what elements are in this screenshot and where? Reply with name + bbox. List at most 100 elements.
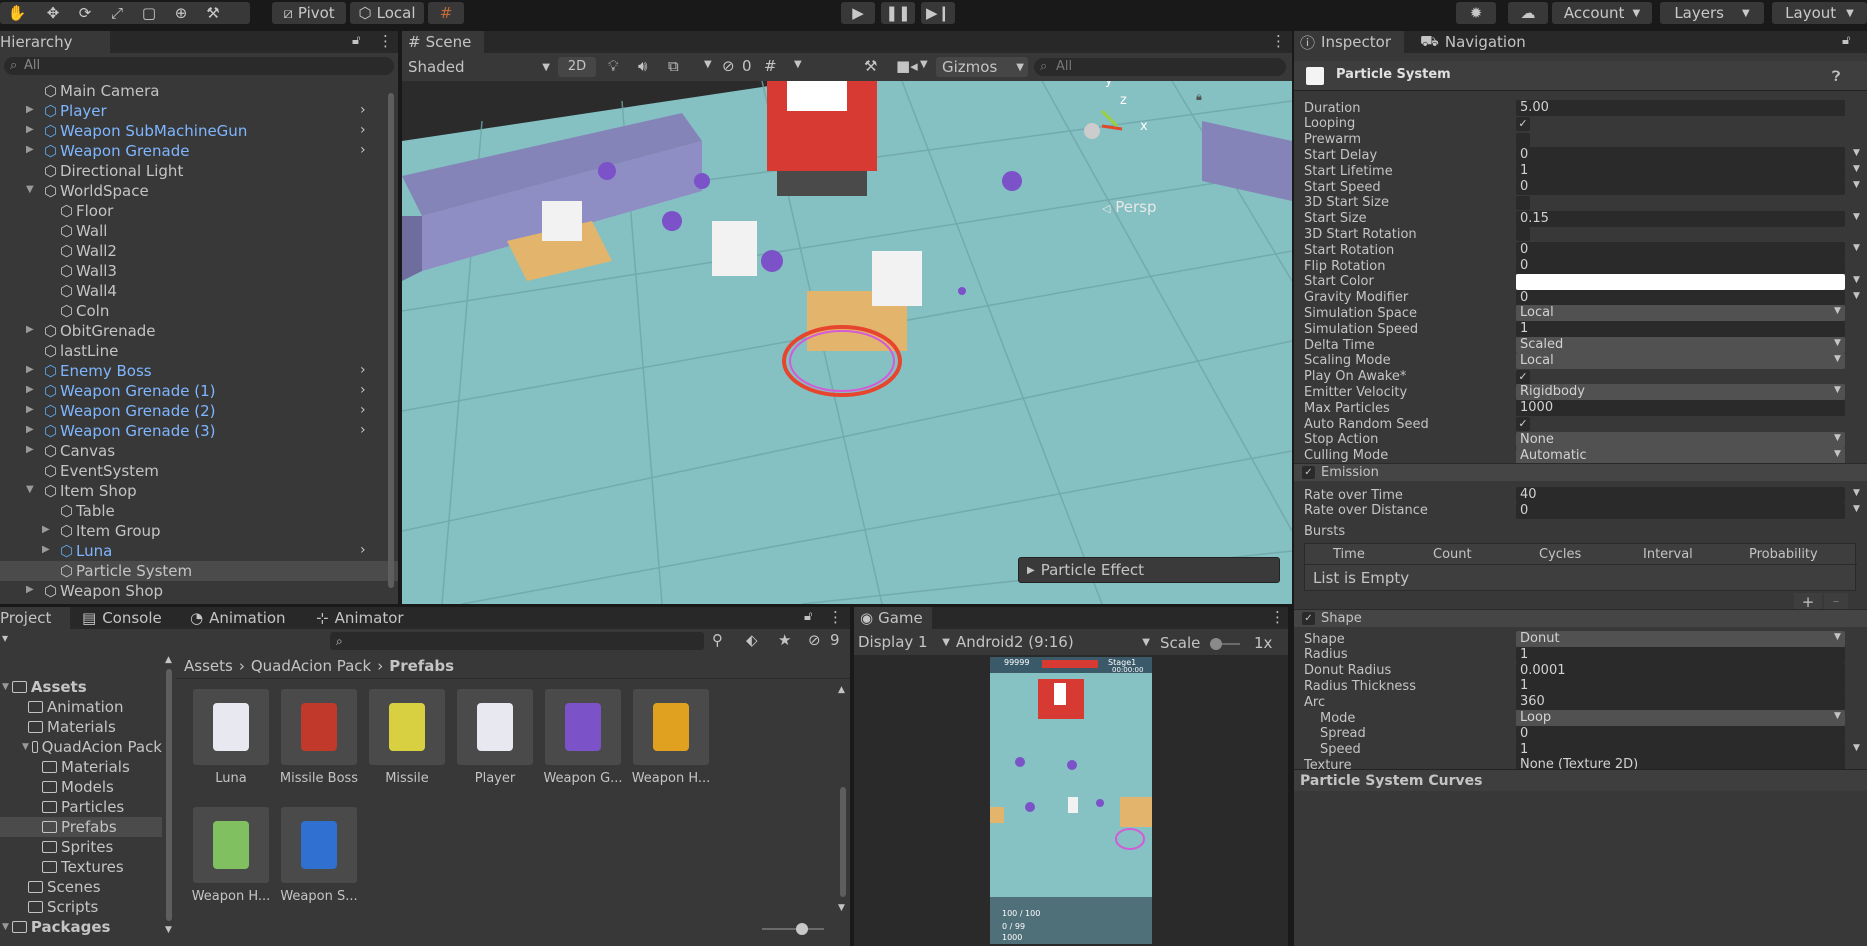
fold-closed-icon[interactable]: ▶: [26, 584, 34, 595]
search-by-label-icon[interactable]: ⬖: [746, 631, 758, 649]
layout-dropdown[interactable]: Layout ▼: [1772, 2, 1867, 24]
fold-closed-icon[interactable]: ▶: [42, 524, 50, 535]
hierarchy-item[interactable]: ⬡ Directional Light: [0, 161, 398, 181]
pause-button[interactable]: ❚❚: [881, 2, 915, 24]
asset-item[interactable]: Weapon S...: [274, 807, 364, 904]
hierarchy-scrollbar[interactable]: [386, 81, 396, 600]
property-dropdown[interactable]: Rigidbody: [1516, 384, 1845, 401]
effects-icon[interactable]: ⧉: [668, 57, 679, 75]
account-dropdown[interactable]: Account ▼: [1552, 2, 1652, 24]
folder-tree-item[interactable]: ▼ QuadAcion Pack: [0, 737, 162, 757]
particle-effect-overlay[interactable]: ▶ Particle Effect: [1018, 557, 1280, 583]
hierarchy-item[interactable]: ▶ ⬡ Weapon Grenade (2) ›: [0, 401, 398, 421]
pivot-button[interactable]: ⧄ Pivot: [272, 2, 346, 24]
move-icon[interactable]: ✥: [42, 4, 64, 22]
play-button[interactable]: ▶: [841, 2, 875, 24]
resolution-dropdown[interactable]: Android2 (9:16) ▼: [954, 632, 1150, 652]
hierarchy-item[interactable]: ▶ ⬡ ObitGrenade: [0, 321, 398, 341]
fold-closed-icon[interactable]: ▶: [26, 384, 34, 395]
rect-icon[interactable]: ▢: [138, 4, 160, 22]
open-prefab-chevron-icon[interactable]: ›: [360, 542, 366, 558]
open-prefab-chevron-icon[interactable]: ›: [360, 122, 366, 138]
hierarchy-item[interactable]: ▶ ⬡ Weapon Grenade ›: [0, 141, 398, 161]
property-dropdown[interactable]: Local: [1516, 352, 1845, 369]
property-field[interactable]: 1: [1516, 163, 1845, 180]
asset-item[interactable]: Luna: [186, 689, 276, 786]
property-dropdown[interactable]: Local: [1516, 305, 1845, 322]
hierarchy-item[interactable]: ⬡ Wall: [0, 221, 398, 241]
local-button[interactable]: ⬡ Local: [350, 2, 424, 24]
hierarchy-item[interactable]: ⬡ Wall3: [0, 261, 398, 281]
fold-open-icon[interactable]: ▼: [22, 742, 29, 752]
gizmos-dropdown[interactable]: Gizmos ▼: [936, 57, 1028, 77]
scale-slider[interactable]: [1210, 638, 1240, 650]
display-dropdown[interactable]: Display 1 ▼: [856, 632, 950, 652]
scale-icon[interactable]: ⤢: [106, 4, 128, 22]
tab-console[interactable]: ▤ Console: [76, 607, 166, 629]
folder-tree-item[interactable]: Models: [0, 777, 162, 797]
property-field[interactable]: 0: [1516, 242, 1845, 259]
asset-item[interactable]: Weapon H...: [186, 807, 276, 904]
hidden-objects-icon[interactable]: ⊘: [722, 57, 735, 75]
property-checkbox[interactable]: ✓: [1516, 417, 1530, 431]
module-enable-checkbox[interactable]: ✓: [1302, 612, 1315, 625]
fold-open-icon[interactable]: ▼: [2, 922, 9, 932]
tab-inspector[interactable]: ⓘ Inspector: [1294, 31, 1404, 53]
orientation-gizmo-lock[interactable]: 🔒︎: [1196, 86, 1224, 103]
property-dropdown[interactable]: None: [1516, 431, 1845, 448]
more-options-icon[interactable]: ⋮: [828, 608, 843, 626]
folder-tree-item[interactable]: Scripts: [0, 897, 162, 917]
property-field[interactable]: 0: [1516, 502, 1845, 519]
fold-open-icon[interactable]: ▼: [26, 484, 34, 495]
lock-icon[interactable]: 🔓︎: [352, 33, 360, 48]
folder-tree-item[interactable]: Materials: [0, 757, 162, 777]
open-prefab-chevron-icon[interactable]: ›: [360, 402, 366, 418]
step-button[interactable]: ▶❙: [921, 2, 955, 24]
fold-closed-icon[interactable]: ▶: [26, 424, 34, 435]
open-prefab-chevron-icon[interactable]: ›: [360, 362, 366, 378]
asset-item[interactable]: Player: [450, 689, 540, 786]
audio-icon[interactable]: 🔊︎: [638, 57, 647, 75]
curve-mode-arrow-icon[interactable]: ▼: [1853, 291, 1860, 301]
hierarchy-item[interactable]: ⬡ Particle System: [0, 561, 398, 581]
property-checkbox[interactable]: ✓: [1516, 369, 1530, 384]
shading-mode-dropdown[interactable]: Shaded ▼: [404, 57, 554, 77]
property-field[interactable]: 40: [1516, 487, 1845, 503]
curve-mode-arrow-icon[interactable]: ▼: [1853, 488, 1860, 498]
hierarchy-item[interactable]: ⬡ Floor: [0, 201, 398, 221]
property-checkbox[interactable]: ✓: [1516, 116, 1530, 131]
property-field[interactable]: 1: [1516, 646, 1845, 663]
hierarchy-item[interactable]: ▶ ⬡ Luna ›: [0, 541, 398, 561]
property-field[interactable]: 0: [1516, 179, 1845, 195]
hierarchy-item[interactable]: ▶ ⬡ Weapon SubMachineGun ›: [0, 121, 398, 141]
hierarchy-item[interactable]: ⬡ Table: [0, 501, 398, 521]
folder-tree-item[interactable]: Animation: [0, 697, 162, 717]
project-search-input[interactable]: ⌕: [330, 632, 704, 650]
fold-closed-icon[interactable]: ▶: [26, 104, 34, 115]
grid-snap-button[interactable]: #: [428, 2, 464, 24]
property-field[interactable]: 5.00: [1516, 100, 1845, 116]
more-options-icon[interactable]: ⋮: [378, 32, 393, 50]
property-field[interactable]: 1000: [1516, 400, 1845, 417]
module-header[interactable]: ✓ Emission: [1294, 463, 1867, 481]
dropdown-arrow-icon[interactable]: ▼: [920, 59, 928, 70]
dropdown-arrow-icon[interactable]: ▼: [704, 59, 712, 70]
fold-closed-icon[interactable]: ▶: [26, 444, 34, 455]
tab-project[interactable]: Project: [0, 607, 70, 629]
asset-item[interactable]: Missile: [362, 689, 452, 786]
2d-toggle[interactable]: 2D: [558, 57, 596, 77]
module-enable-checkbox[interactable]: ✓: [1302, 466, 1315, 479]
property-dropdown[interactable]: Scaled: [1516, 337, 1845, 353]
search-by-type-icon[interactable]: ⚲: [712, 631, 723, 649]
hierarchy-item[interactable]: ⬡ Main Camera: [0, 81, 398, 101]
hierarchy-item[interactable]: ▼ ⬡ Item Shop: [0, 481, 398, 501]
fold-open-icon[interactable]: ▼: [2, 682, 9, 692]
fold-open-icon[interactable]: ▼: [26, 184, 34, 195]
open-prefab-chevron-icon[interactable]: ›: [360, 142, 366, 158]
projection-toggle[interactable]: ◁ Persp: [1102, 198, 1157, 216]
property-field[interactable]: 360: [1516, 694, 1845, 711]
hierarchy-item[interactable]: ▶ ⬡ Player ›: [0, 101, 398, 121]
tab-animation[interactable]: ◔ Animation: [184, 607, 294, 629]
scene-viewport[interactable]: y z x 🔒︎ ◁ Persp ▶Particle Effect: [402, 81, 1292, 604]
folder-tree-item[interactable]: ▼ Packages: [0, 917, 162, 937]
